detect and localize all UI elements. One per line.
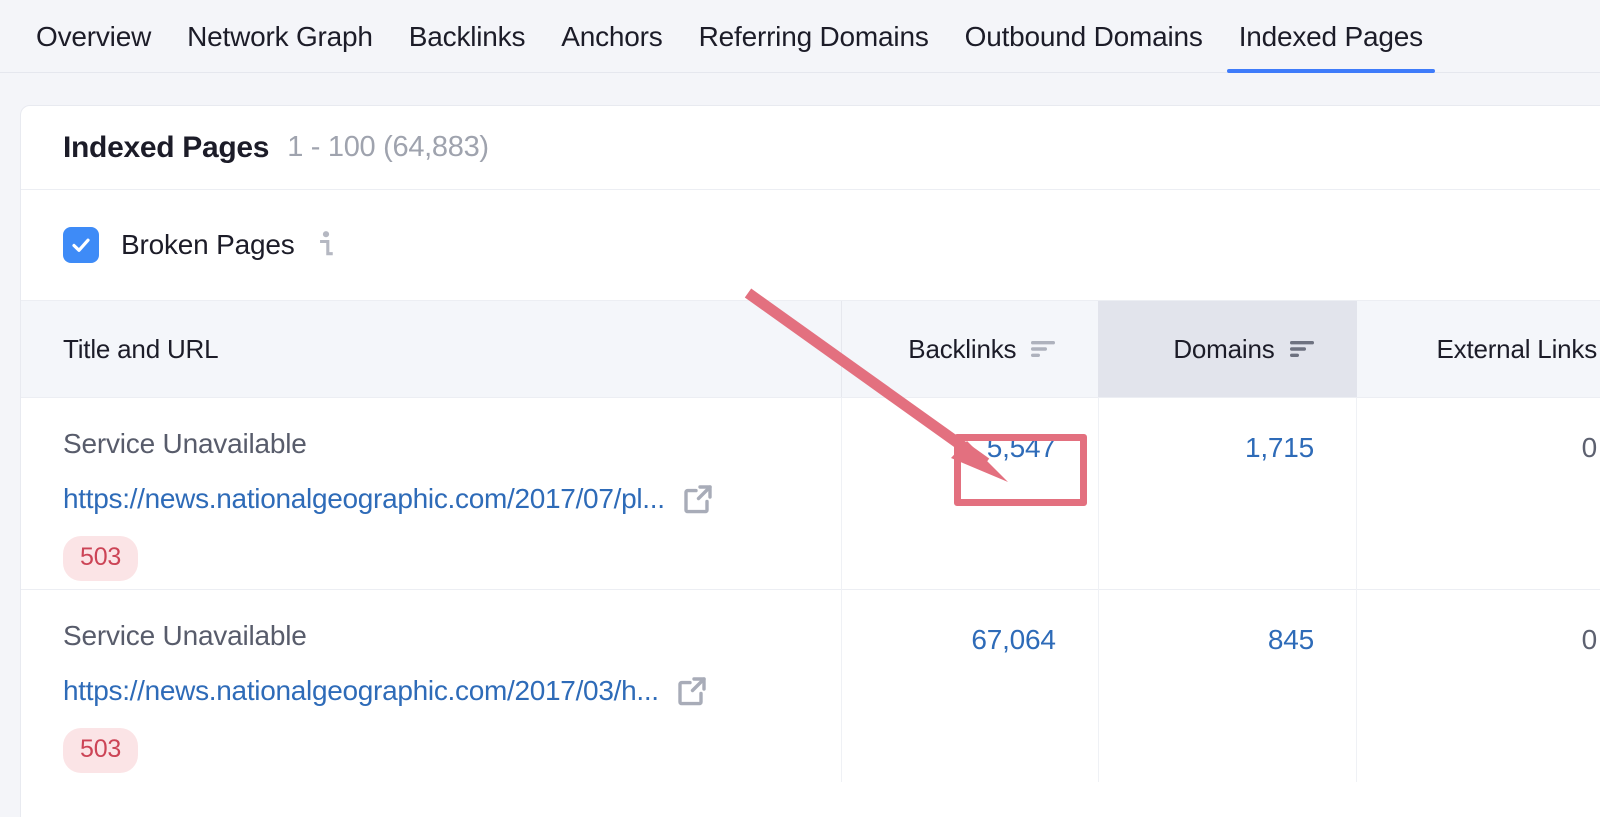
page-title-text: Service Unavailable bbox=[63, 620, 307, 651]
tab-label: Indexed Pages bbox=[1238, 20, 1423, 52]
info-icon[interactable] bbox=[315, 229, 337, 261]
tab-indexed-pages[interactable]: Indexed Pages bbox=[1221, 0, 1441, 73]
tab-label: Outbound Domains bbox=[964, 20, 1203, 52]
cell-external-links: 0 bbox=[1356, 397, 1600, 590]
tab-label: Network Graph bbox=[187, 20, 373, 52]
broken-pages-label: Broken Pages bbox=[121, 229, 295, 260]
table-row: Service Unavailable https://news.nationa… bbox=[21, 589, 1600, 782]
result-count: 1 - 100 (64,883) bbox=[287, 131, 489, 163]
table-header-row: Title and URL Backlinks Domains External… bbox=[21, 300, 1600, 398]
indexed-pages-card: Indexed Pages 1 - 100 (64,883) Broken Pa… bbox=[20, 105, 1600, 817]
tab-label: Anchors bbox=[561, 20, 663, 52]
external-link-icon[interactable] bbox=[681, 482, 715, 516]
status-badge: 503 bbox=[63, 728, 139, 773]
sort-descending-icon[interactable] bbox=[1289, 339, 1315, 359]
cell-title-and-url: Service Unavailable https://news.nationa… bbox=[21, 589, 842, 782]
tab-outbound-domains[interactable]: Outbound Domains bbox=[947, 0, 1221, 73]
column-header-domains[interactable]: Domains bbox=[1098, 300, 1357, 398]
sort-descending-icon[interactable] bbox=[1030, 339, 1056, 359]
page-url-link[interactable]: https://news.nationalgeographic.com/2017… bbox=[63, 675, 659, 707]
table-header: Title and URL Backlinks Domains External… bbox=[21, 300, 1600, 398]
column-header-external-links[interactable]: External Links bbox=[1356, 300, 1600, 398]
tab-network-graph[interactable]: Network Graph bbox=[169, 0, 391, 73]
broken-pages-checkbox[interactable]: Broken Pages bbox=[63, 227, 295, 263]
page-title-text: Service Unavailable bbox=[63, 428, 307, 459]
column-label: Backlinks bbox=[908, 333, 1017, 364]
page-url-line: https://news.nationalgeographic.com/2017… bbox=[63, 482, 799, 516]
column-header-backlinks[interactable]: Backlinks bbox=[840, 300, 1099, 398]
tab-label: Overview bbox=[36, 20, 152, 52]
checkbox-checked-icon[interactable] bbox=[63, 227, 99, 263]
status-badge: 503 bbox=[63, 536, 139, 581]
table-body: Service Unavailable https://news.nationa… bbox=[21, 397, 1600, 782]
cell-backlinks[interactable]: 67,064 bbox=[840, 589, 1099, 782]
page-title: Indexed Pages bbox=[63, 130, 270, 164]
page-url-link[interactable]: https://news.nationalgeographic.com/2017… bbox=[63, 483, 665, 515]
cell-domains[interactable]: 845 bbox=[1097, 589, 1357, 782]
tab-bar: Overview Network Graph Backlinks Anchors… bbox=[0, 0, 1600, 73]
tab-overview[interactable]: Overview bbox=[18, 0, 169, 73]
tab-backlinks[interactable]: Backlinks bbox=[391, 0, 543, 73]
column-label: External Links bbox=[1436, 333, 1598, 364]
column-header-title-and-url[interactable]: Title and URL bbox=[21, 300, 842, 398]
filter-row: Broken Pages bbox=[21, 190, 1600, 300]
cell-domains[interactable]: 1,715 bbox=[1097, 397, 1357, 590]
column-label: Domains bbox=[1173, 333, 1275, 364]
page-url-line: https://news.nationalgeographic.com/2017… bbox=[63, 674, 799, 708]
tab-label: Backlinks bbox=[408, 20, 526, 52]
cell-title-and-url: Service Unavailable https://news.nationa… bbox=[21, 398, 841, 590]
card-header: Indexed Pages 1 - 100 (64,883) bbox=[21, 106, 1600, 190]
table-row: Service Unavailable https://news.nationa… bbox=[21, 397, 1600, 590]
tab-label: Referring Domains bbox=[698, 20, 929, 52]
cell-external-links: 0 bbox=[1356, 589, 1600, 782]
tab-referring-domains[interactable]: Referring Domains bbox=[681, 0, 947, 73]
indexed-pages-table: Title and URL Backlinks Domains External… bbox=[21, 300, 1600, 782]
external-link-icon[interactable] bbox=[675, 674, 709, 708]
cell-backlinks[interactable]: 5,547 bbox=[840, 397, 1099, 590]
tab-anchors[interactable]: Anchors bbox=[543, 0, 680, 73]
column-label: Title and URL bbox=[63, 333, 219, 364]
